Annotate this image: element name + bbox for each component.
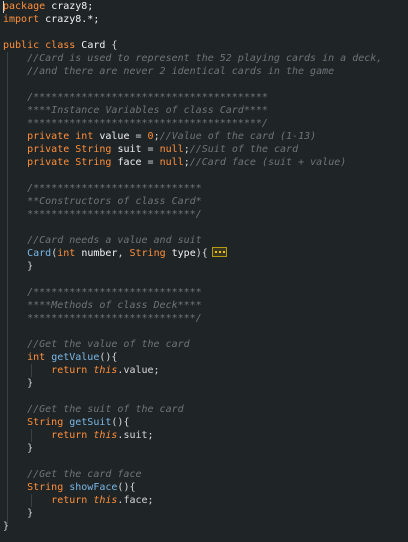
parameter: number	[81, 248, 118, 259]
comment: //and there are never 2 identical cards …	[27, 66, 335, 77]
import-name: crazy8.*;	[45, 14, 100, 25]
comment: ****************************/	[27, 313, 202, 324]
keyword: return	[51, 430, 88, 441]
comment: ***************************************/	[27, 118, 268, 129]
keyword: private	[27, 131, 70, 142]
brace: {	[105, 40, 118, 51]
type: int	[57, 248, 76, 259]
code-line-9: ****Instance Variables of class Card****	[3, 104, 268, 117]
keyword: class	[45, 40, 76, 51]
type: String	[129, 248, 166, 259]
code-line-19: //Card needs a value and suit	[3, 234, 202, 247]
code-line-42: }	[3, 520, 9, 533]
code-line-21: }	[3, 260, 33, 273]
keyword: private	[27, 157, 70, 168]
code-line-23: /****************************	[3, 286, 202, 299]
method-name: getSuit	[69, 417, 112, 428]
this-keyword: this	[93, 495, 118, 506]
method-name: getValue	[51, 352, 100, 363]
type: String	[27, 482, 64, 493]
code-line-10: ***************************************/	[3, 117, 268, 130]
code-line-37: //Get the card face	[3, 468, 141, 481]
literal: null	[159, 157, 184, 168]
code-line-25: ****************************/	[3, 312, 202, 325]
comment: //Value of the card (1-13)	[159, 131, 317, 142]
type: int	[27, 352, 46, 363]
variable: suit	[117, 144, 142, 155]
keyword: import	[3, 14, 40, 25]
code-line-39: return this.face;	[51, 495, 154, 506]
code-line-16: **Constructors of class Card*	[3, 195, 202, 208]
comment: /***************************************	[27, 92, 268, 103]
package-name: crazy8;	[51, 1, 94, 12]
comment: **Constructors of class Card*	[27, 196, 202, 207]
parameter: type	[171, 248, 196, 259]
keyword: private	[27, 144, 70, 155]
code-line-29: return this.value;	[51, 365, 160, 376]
type: String	[75, 157, 112, 168]
code-line-33: String getSuit(){	[27, 417, 130, 428]
comment: //Get the card face	[27, 469, 142, 480]
comment: //Get the suit of the card	[27, 404, 184, 415]
type: int	[75, 131, 94, 142]
variable: value	[99, 131, 130, 142]
comment: /****************************	[27, 287, 202, 298]
comment: //Get the value of the card	[27, 339, 190, 350]
keyword: return	[51, 495, 88, 506]
code-line-17: ****************************/	[3, 208, 202, 221]
code-line-12: private String suit = null;//Suit of the…	[27, 144, 299, 155]
code-line-27: //Get the value of the card	[3, 338, 190, 351]
brace: }	[27, 508, 34, 519]
brace: }	[27, 443, 34, 454]
comment: //Card face (suit + value)	[189, 157, 347, 168]
comment: ****Instance Variables of class Card****	[27, 105, 268, 116]
code-line-8: /***************************************	[3, 91, 268, 104]
class-name: Card	[81, 40, 106, 51]
comment: //Card is used to represent the 52 playi…	[27, 53, 383, 64]
code-line-13: private String face = null;//Card face (…	[27, 157, 347, 168]
brace: }	[3, 521, 10, 532]
comment: //Suit of the card	[189, 144, 299, 155]
constructor-name: Card	[27, 248, 52, 259]
comment: ****************************/	[27, 209, 202, 220]
literal: null	[159, 144, 184, 155]
keyword: public	[3, 40, 40, 51]
code-line-2: import crazy8.*;	[3, 13, 99, 26]
comment: /****************************	[27, 183, 202, 194]
method-name: showFace	[69, 482, 118, 493]
brace: }	[27, 261, 34, 272]
code-line-24: ****Methods of class Deck****	[3, 299, 202, 312]
code-line-11: private int value = 0;//Value of the car…	[27, 131, 317, 142]
code-editor[interactable]: package crazy8; import crazy8.*; public …	[0, 0, 408, 542]
type: String	[27, 417, 64, 428]
comment: //Card needs a value and suit	[27, 235, 202, 246]
brace: }	[27, 378, 34, 389]
variable: face	[117, 157, 142, 168]
type: String	[75, 144, 112, 155]
code-line-20: Card(int number, String type){	[3, 247, 227, 260]
this-keyword: this	[93, 365, 118, 376]
code-line-32: //Get the suit of the card	[3, 403, 184, 416]
comment: ****Methods of class Deck****	[27, 300, 202, 311]
code-line-6: //and there are never 2 identical cards …	[3, 65, 334, 78]
code-line-30: }	[3, 377, 33, 390]
folded-code-icon[interactable]	[211, 247, 227, 257]
code-line-28: int getValue(){	[27, 352, 118, 363]
code-line-4: public class Card {	[3, 39, 117, 52]
code-line-1: package crazy8;	[3, 0, 93, 13]
code-line-35: }	[3, 442, 33, 455]
this-keyword: this	[93, 430, 118, 441]
keyword: return	[51, 365, 88, 376]
code-line-15: /****************************	[3, 182, 202, 195]
code-line-38: String showFace(){	[27, 482, 136, 493]
keyword: package	[3, 1, 46, 12]
code-line-5: //Card is used to represent the 52 playi…	[3, 52, 382, 65]
code-line-40: }	[3, 507, 33, 520]
code-line-34: return this.suit;	[51, 430, 154, 441]
